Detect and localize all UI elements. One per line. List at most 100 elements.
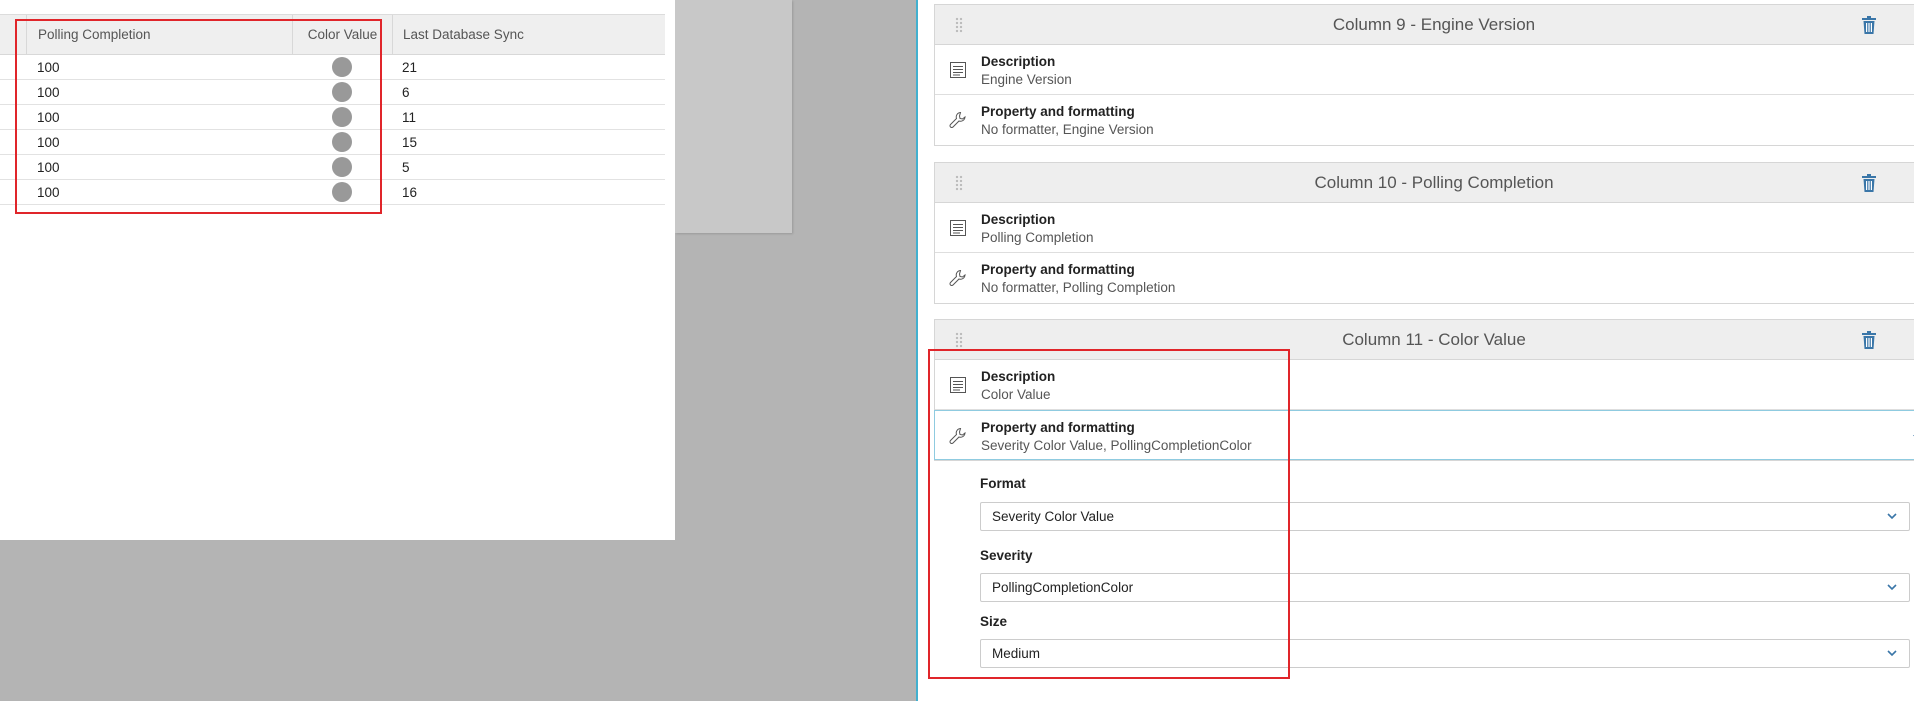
chevron-down-icon: [1887, 584, 1897, 591]
preview-background-sheet: [675, 0, 792, 233]
column-header[interactable]: Column 9 - Engine Version: [935, 5, 1914, 45]
drag-handle-icon[interactable]: [955, 175, 963, 191]
trash-icon[interactable]: [1861, 16, 1877, 34]
description-text: Description Engine Version: [981, 53, 1072, 89]
severity-select-value: PollingCompletionColor: [992, 580, 1134, 595]
description-row[interactable]: Description Color Value: [935, 360, 1914, 410]
drag-handle-icon[interactable]: [955, 332, 963, 348]
header-polling-completion[interactable]: Polling Completion: [26, 15, 292, 54]
color-dot: [332, 107, 352, 127]
column-block-11: Column 11 - Color Value Description Colo…: [934, 319, 1914, 461]
format-select-value: Severity Color Value: [992, 509, 1115, 524]
description-label: Description: [981, 212, 1056, 227]
description-label: Description: [981, 54, 1056, 69]
wrench-icon: [949, 427, 966, 444]
size-select[interactable]: Medium: [980, 639, 1910, 668]
description-value: Polling Completion: [981, 230, 1094, 245]
column-block-10: Column 10 - Polling Completion Descripti…: [934, 162, 1914, 304]
color-dot: [332, 82, 352, 102]
property-value: No formatter, Engine Version: [981, 122, 1154, 137]
row-spacer: [0, 80, 26, 104]
trash-icon[interactable]: [1861, 331, 1877, 349]
cell-polling: 100: [37, 134, 60, 150]
property-row[interactable]: Property and formatting No formatter, En…: [935, 95, 1914, 145]
cell-polling: 100: [37, 109, 60, 125]
cell-color: [292, 55, 392, 79]
cell-color: [292, 155, 392, 179]
cell-color: [292, 180, 392, 204]
property-text: Property and formatting Severity Color V…: [981, 419, 1252, 455]
size-label: Size: [980, 614, 1008, 629]
color-dot: [332, 57, 352, 77]
description-label: Description: [981, 369, 1056, 384]
wrench-icon: [949, 269, 966, 286]
description-value: Color Value: [981, 387, 1051, 402]
column-header[interactable]: Column 11 - Color Value: [935, 320, 1914, 360]
property-editor: Format Severity Color Value Severity Pol…: [934, 460, 1914, 701]
property-label: Property and formatting: [981, 262, 1135, 277]
cell-sync: 6: [402, 84, 410, 100]
table-row: 100 11: [0, 105, 665, 130]
description-text: Description Polling Completion: [981, 211, 1094, 247]
row-spacer: [0, 55, 26, 79]
cell-polling: 100: [37, 184, 60, 200]
property-row[interactable]: Property and formatting No formatter, Po…: [935, 253, 1914, 303]
column-block-9: Column 9 - Engine Version Description En…: [934, 4, 1914, 146]
color-dot: [332, 182, 352, 202]
description-row[interactable]: Description Engine Version: [935, 45, 1914, 95]
cell-sync: 21: [402, 59, 418, 75]
cell-sync: 15: [402, 134, 418, 150]
column-title: Column 9 - Engine Version: [1332, 14, 1536, 34]
chevron-down-icon: [1887, 513, 1897, 520]
property-text: Property and formatting No formatter, En…: [981, 103, 1154, 139]
list-icon: [950, 377, 966, 393]
chevron-down-icon: [1887, 650, 1897, 657]
property-value: No formatter, Polling Completion: [981, 280, 1176, 295]
property-value: Severity Color Value, PollingCompletionC…: [981, 438, 1252, 453]
preview-grid: Polling Completion Color Value Last Data…: [0, 14, 665, 205]
table-row: 100 6: [0, 80, 665, 105]
cell-color: [292, 80, 392, 104]
description-text: Description Color Value: [981, 368, 1055, 404]
table-row: 100 21: [0, 55, 665, 80]
header-last-database-sync[interactable]: Last Database Sync: [392, 15, 665, 54]
cell-polling: 100: [37, 159, 60, 175]
property-label: Property and formatting: [981, 104, 1135, 119]
cell-sync: 11: [402, 109, 417, 125]
table-row: 100 16: [0, 180, 665, 205]
table-row: 100 15: [0, 130, 665, 155]
drag-handle-icon[interactable]: [955, 17, 963, 33]
property-text: Property and formatting No formatter, Po…: [981, 261, 1175, 297]
row-spacer: [0, 155, 26, 179]
grid-header: Polling Completion Color Value Last Data…: [0, 15, 665, 55]
description-row[interactable]: Description Polling Completion: [935, 203, 1914, 253]
color-dot: [332, 132, 352, 152]
size-select-value: Medium: [992, 646, 1041, 661]
wrench-icon: [949, 111, 966, 128]
property-label: Property and formatting: [981, 420, 1135, 435]
cell-polling: 100: [37, 59, 60, 75]
format-select[interactable]: Severity Color Value: [980, 502, 1910, 531]
row-spacer: [0, 180, 26, 204]
column-title: Column 11 - Color Value: [1342, 329, 1526, 349]
header-color-value[interactable]: Color Value: [292, 15, 392, 54]
column-config-panel: Column 9 - Engine Version Description En…: [918, 0, 1914, 701]
list-icon: [950, 220, 966, 236]
column-header[interactable]: Column 10 - Polling Completion: [935, 163, 1914, 203]
grid-header-spacer: [0, 15, 26, 54]
trash-icon[interactable]: [1861, 174, 1877, 192]
cell-color: [292, 130, 392, 154]
severity-select[interactable]: PollingCompletionColor: [980, 573, 1910, 602]
table-row: 100 5: [0, 155, 665, 180]
row-spacer: [0, 105, 26, 129]
cell-sync: 5: [402, 159, 410, 175]
row-spacer: [0, 130, 26, 154]
severity-label: Severity: [980, 548, 1033, 563]
list-icon: [950, 62, 966, 78]
cell-sync: 16: [402, 184, 418, 200]
report-preview: Polling Completion Color Value Last Data…: [0, 0, 675, 540]
color-dot: [332, 157, 352, 177]
property-row[interactable]: Property and formatting Severity Color V…: [934, 410, 1914, 460]
description-value: Engine Version: [981, 72, 1072, 87]
cell-color: [292, 105, 392, 129]
